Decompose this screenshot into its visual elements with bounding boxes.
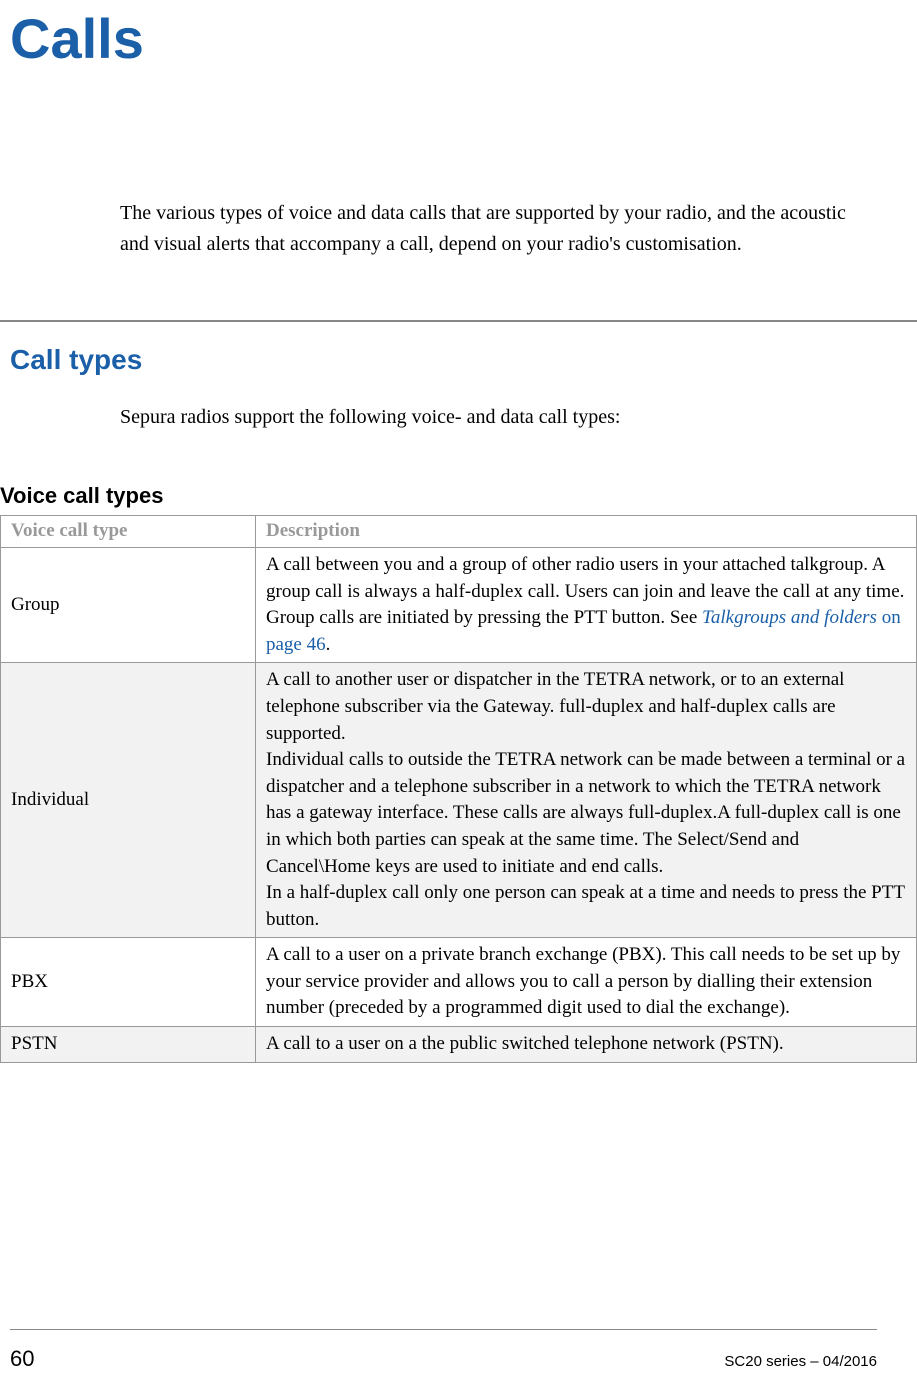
section-divider [0, 320, 917, 322]
intro-paragraph: The various types of voice and data call… [120, 198, 877, 260]
subsection-heading-voice-call-types: Voice call types [0, 481, 877, 512]
cell-desc-group: A call between you and a group of other … [256, 547, 917, 662]
link-talkgroups-folders[interactable]: Talkgroups and folders [702, 607, 877, 628]
table-header-description: Description [256, 516, 917, 548]
section-intro-text: Sepura radios support the following voic… [120, 402, 877, 433]
cell-desc-individual: A call to another user or dispatcher in … [256, 663, 917, 938]
table-row: Individual A call to another user or dis… [1, 663, 917, 938]
cell-type-group: Group [1, 547, 256, 662]
section-heading-call-types: Call types [10, 340, 877, 379]
cell-desc-pbx: A call to a user on a private branch exc… [256, 938, 917, 1027]
cell-desc-pstn: A call to a user on a the public switche… [256, 1027, 917, 1063]
footer-doc-id: SC20 series – 04/2016 [724, 1351, 877, 1372]
voice-call-types-table: Voice call type Description Group A call… [0, 515, 917, 1062]
cell-type-pstn: PSTN [1, 1027, 256, 1063]
table-header-type: Voice call type [1, 516, 256, 548]
cell-type-individual: Individual [1, 663, 256, 938]
cell-desc-group-suffix: . [326, 634, 331, 655]
cell-type-pbx: PBX [1, 938, 256, 1027]
page-footer: 60 SC20 series – 04/2016 [10, 1329, 877, 1375]
page-number: 60 [10, 1344, 34, 1375]
chapter-title: Calls [10, 0, 877, 78]
table-row: Group A call between you and a group of … [1, 547, 917, 662]
table-row: PBX A call to a user on a private branch… [1, 938, 917, 1027]
table-row: PSTN A call to a user on a the public sw… [1, 1027, 917, 1063]
